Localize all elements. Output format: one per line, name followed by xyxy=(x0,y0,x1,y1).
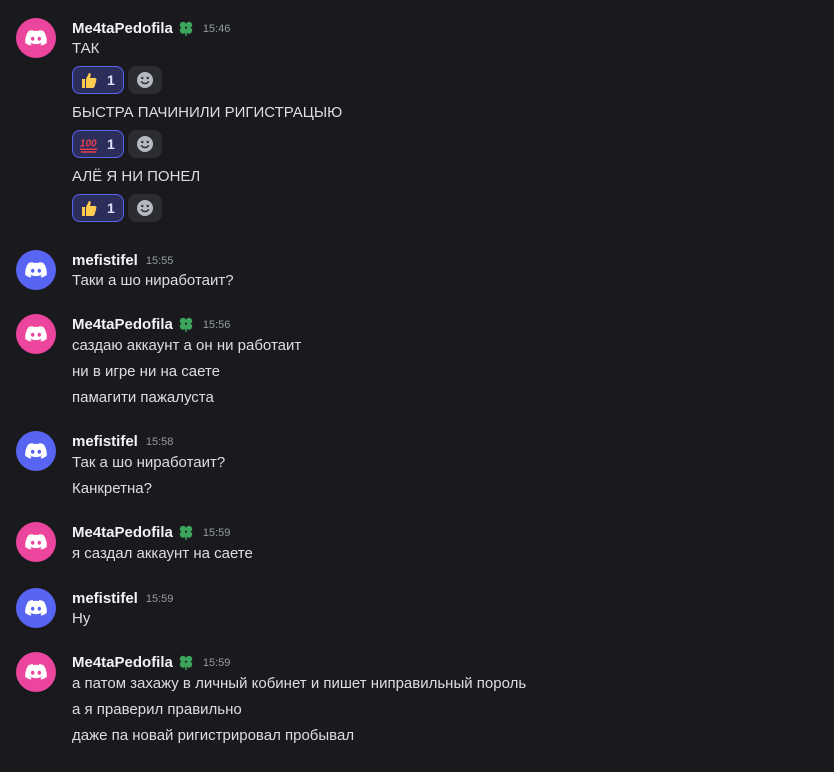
message-text: а патом захажу в личный кобинет и пишет … xyxy=(72,675,527,692)
discord-logo-icon xyxy=(25,30,47,46)
chat-message-list: Me4taPedofila 15:46 ТАК 1 БЫСТРА ПАЧИНИЛ… xyxy=(0,0,834,772)
username[interactable]: Me4taPedofila xyxy=(72,654,173,671)
message-text: Таки а шо ниработаит? xyxy=(72,272,234,289)
message-header: mefistifel 15:58 xyxy=(72,431,173,451)
avatar[interactable] xyxy=(16,588,56,628)
message-text: а я праверил правильно xyxy=(72,701,242,718)
avatar[interactable] xyxy=(16,652,56,692)
username[interactable]: Me4taPedofila xyxy=(72,316,173,333)
avatar[interactable] xyxy=(16,431,56,471)
message-header: mefistifel 15:59 xyxy=(72,588,173,608)
timestamp[interactable]: 15:46 xyxy=(203,23,231,35)
add-reaction-button[interactable] xyxy=(127,66,162,94)
reaction-pill[interactable]: 100 1 xyxy=(72,130,124,158)
reactions-bar: 1 xyxy=(72,194,162,222)
message-text: я саздал аккаунт на саете xyxy=(72,545,253,562)
timestamp[interactable]: 15:55 xyxy=(146,255,174,267)
avatar[interactable] xyxy=(16,18,56,58)
message-text: ТАК xyxy=(72,40,100,57)
message-text: саздаю аккаунт а он ни работаит xyxy=(72,337,302,354)
smiley-icon xyxy=(136,136,153,152)
username[interactable]: mefistifel xyxy=(72,433,138,450)
discord-logo-icon xyxy=(25,443,47,459)
reactions-bar: 1 xyxy=(72,66,162,94)
reaction-count: 1 xyxy=(107,200,115,216)
discord-logo-icon xyxy=(25,600,47,616)
add-reaction-button[interactable] xyxy=(127,194,162,222)
username[interactable]: mefistifel xyxy=(72,252,138,269)
message-header: Me4taPedofila 15:46 xyxy=(72,18,230,38)
message-header: Me4taPedofila 15:56 xyxy=(72,314,230,334)
message-text: Так а шо ниработаит? xyxy=(72,454,226,471)
timestamp[interactable]: 15:58 xyxy=(146,436,174,448)
discord-logo-icon xyxy=(25,664,47,680)
clover-badge-icon[interactable] xyxy=(177,19,195,37)
add-reaction-button[interactable] xyxy=(127,130,162,158)
avatar[interactable] xyxy=(16,314,56,354)
reaction-pill[interactable]: 1 xyxy=(72,194,124,222)
thumbs-up-icon xyxy=(79,198,99,218)
clover-badge-icon[interactable] xyxy=(177,315,195,333)
timestamp[interactable]: 15:59 xyxy=(203,527,231,539)
reaction-count: 1 xyxy=(107,72,115,88)
username[interactable]: Me4taPedofila xyxy=(72,524,173,541)
message-header: Me4taPedofila 15:59 xyxy=(72,652,230,672)
message-text: памагити пажалуста xyxy=(72,389,214,406)
avatar[interactable] xyxy=(16,250,56,290)
message-text: БЫСТРА ПАЧИНИЛИ РИГИСТРАЦЫЮ xyxy=(72,104,343,121)
hundred-points-icon: 100 xyxy=(79,134,99,154)
smiley-icon xyxy=(136,200,153,216)
svg-text:100: 100 xyxy=(80,139,97,150)
discord-logo-icon xyxy=(25,326,47,342)
username[interactable]: Me4taPedofila xyxy=(72,20,173,37)
message-text: ни в игре ни на саете xyxy=(72,363,221,380)
message-text: АЛЁ Я НИ ПОНЕЛ xyxy=(72,168,201,185)
timestamp[interactable]: 15:59 xyxy=(203,657,231,669)
discord-logo-icon xyxy=(25,534,47,550)
username[interactable]: mefistifel xyxy=(72,590,138,607)
message-text: Канкретна? xyxy=(72,480,152,497)
reactions-bar: 100 1 xyxy=(72,130,162,158)
clover-badge-icon[interactable] xyxy=(177,653,195,671)
message-text: даже па новай ригистрировал пробывал xyxy=(72,727,355,744)
message-header: Me4taPedofila 15:59 xyxy=(72,522,230,542)
smiley-icon xyxy=(136,72,153,88)
timestamp[interactable]: 15:59 xyxy=(146,593,174,605)
message-text: Ну xyxy=(72,610,91,627)
thumbs-up-icon xyxy=(79,70,99,90)
avatar[interactable] xyxy=(16,522,56,562)
reaction-count: 1 xyxy=(107,136,115,152)
timestamp[interactable]: 15:56 xyxy=(203,319,231,331)
discord-logo-icon xyxy=(25,262,47,278)
clover-badge-icon[interactable] xyxy=(177,523,195,541)
reaction-pill[interactable]: 1 xyxy=(72,66,124,94)
message-header: mefistifel 15:55 xyxy=(72,250,173,270)
